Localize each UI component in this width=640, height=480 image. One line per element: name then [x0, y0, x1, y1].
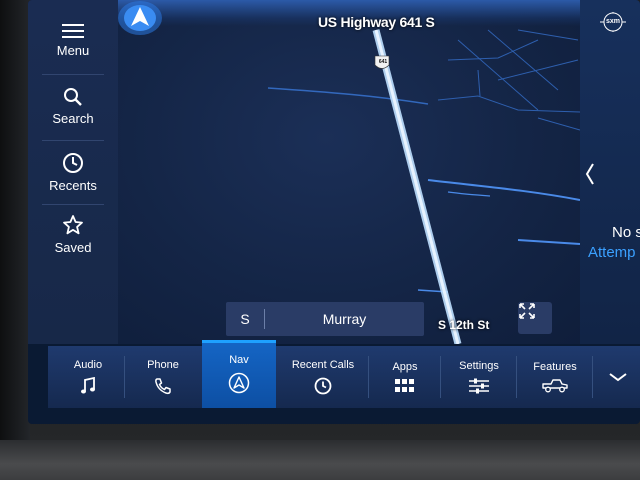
sxm-status-title: No s [612, 224, 640, 241]
clock-icon [314, 377, 332, 395]
tab-nav[interactable]: Nav [202, 340, 276, 408]
star-icon [63, 214, 83, 234]
tab-recent-calls[interactable]: Recent Calls [280, 346, 366, 408]
navigation-map[interactable]: US Highway 641 S 641 S Murray S 12th St [118, 0, 580, 344]
menu-icon [62, 23, 84, 38]
sxm-status-subtitle: Attemp [588, 244, 636, 261]
infotainment-screen: US Highway 641 S 641 S Murray S 12th St … [28, 0, 640, 424]
sidebar-item-saved[interactable]: Saved [40, 204, 106, 264]
tab-divider [592, 356, 593, 398]
sxm-logo: sxm [600, 12, 626, 32]
sidebar-item-menu[interactable]: Menu [40, 10, 106, 70]
tab-apps[interactable]: Apps [372, 346, 438, 408]
fullscreen-button[interactable] [518, 302, 552, 334]
sidebar-item-label: Search [52, 110, 94, 126]
sidebar-item-recents[interactable]: Recents [40, 142, 106, 202]
bezel-left [0, 0, 30, 480]
cross-street-label: S 12th St [438, 318, 490, 332]
tab-settings[interactable]: Settings [444, 346, 514, 408]
tab-divider [440, 356, 441, 398]
tab-label: Phone [147, 359, 179, 371]
street-direction: S [226, 309, 265, 329]
highway-shield-number: 641 [378, 59, 388, 65]
search-icon [64, 87, 82, 106]
bezel-bottom [0, 440, 640, 480]
tab-divider [124, 356, 125, 398]
current-road-title: US Highway 641 S [318, 14, 435, 30]
clock-icon [63, 152, 83, 173]
map-roads [267, 29, 580, 344]
sidebar-item-label: Recents [49, 177, 97, 193]
sliders-icon [469, 378, 489, 394]
nav-arrow-icon [228, 372, 250, 394]
more-button[interactable] [596, 346, 640, 408]
sidebar-item-label: Saved [54, 239, 92, 255]
tab-divider [368, 356, 369, 398]
tab-features[interactable]: Features [520, 346, 590, 408]
tab-label: Features [533, 361, 577, 373]
music-note-icon [81, 377, 95, 394]
nav-sidebar: Menu Search Recents Saved [28, 0, 118, 344]
sidebar-divider [42, 74, 104, 75]
expand-icon [519, 303, 535, 319]
sxm-logo-text: sxm [605, 18, 620, 25]
phone-icon [155, 378, 171, 395]
tab-label: Settings [459, 360, 499, 372]
tab-label: Nav [229, 354, 249, 366]
apps-grid-icon [395, 379, 414, 392]
vehicle-position-icon [118, 1, 162, 35]
tab-divider [516, 356, 517, 398]
tab-label: Audio [73, 359, 103, 371]
truck-icon [542, 379, 568, 393]
current-street-bar: S Murray [226, 302, 424, 336]
bottom-app-bar: Audio Phone Nav Recent Calls Apps Settin… [48, 340, 640, 408]
tab-audio[interactable]: Audio [54, 346, 122, 408]
tab-label: Apps [392, 361, 418, 373]
chevron-left-icon[interactable] [584, 162, 596, 186]
street-name: Murray [322, 311, 367, 327]
sidebar-divider [42, 140, 104, 141]
tab-label: Recent Calls [291, 359, 355, 371]
sidebar-item-label: Menu [56, 42, 90, 58]
tab-phone[interactable]: Phone [128, 346, 198, 408]
sidebar-item-search[interactable]: Search [40, 76, 106, 136]
siriusxm-panel[interactable]: sxm No s Attemp [580, 0, 640, 344]
chevron-down-icon [609, 373, 627, 382]
